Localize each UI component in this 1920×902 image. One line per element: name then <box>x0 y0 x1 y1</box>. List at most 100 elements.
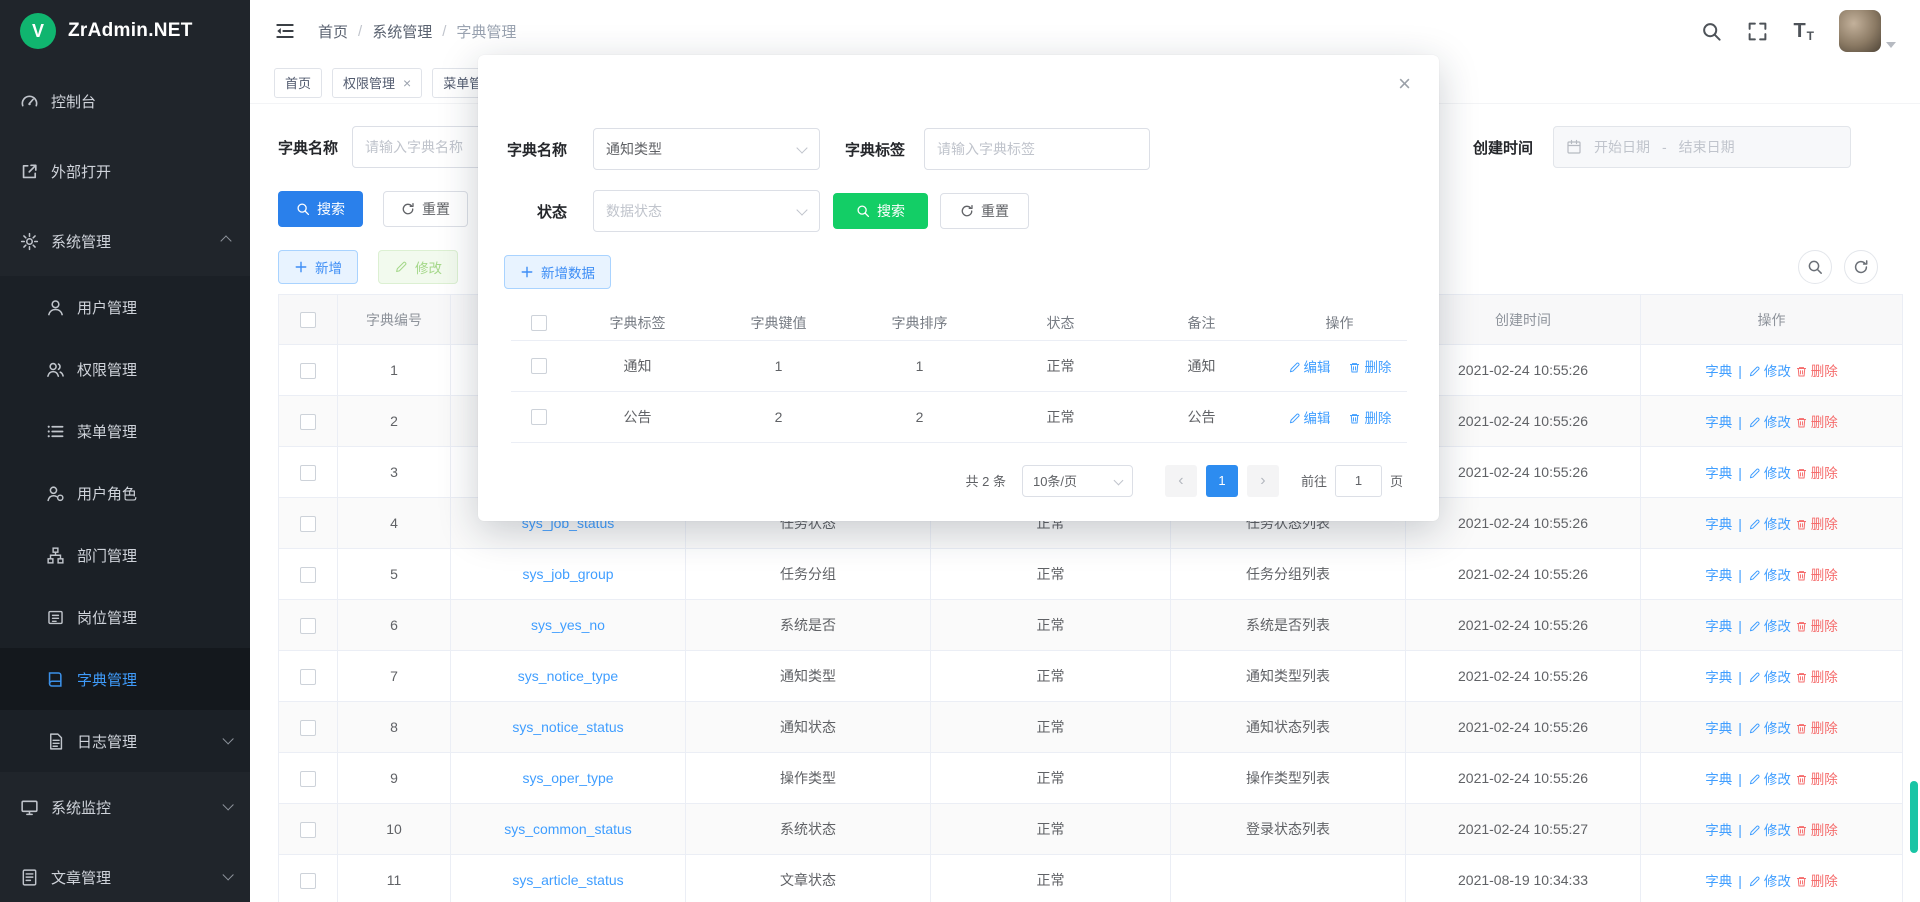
row-checkbox[interactable] <box>300 720 316 736</box>
dict-data-link[interactable]: 字典 <box>1705 568 1732 583</box>
tab-home[interactable]: 首页 <box>274 68 322 98</box>
dict-data-link[interactable]: 字典 <box>1705 619 1732 634</box>
row-checkbox[interactable] <box>531 409 547 425</box>
sidebar-item-dict-management[interactable]: 字典管理 <box>0 648 250 710</box>
row-delete-link[interactable]: 删除 <box>1795 670 1838 685</box>
row-edit-link[interactable]: 编辑 <box>1288 360 1331 375</box>
current-page[interactable]: 1 <box>1206 465 1238 497</box>
row-delete-link[interactable]: 删除 <box>1348 360 1391 375</box>
modal-reset-button[interactable]: 重置 <box>940 193 1029 229</box>
row-checkbox[interactable] <box>300 516 316 532</box>
dict-type-link[interactable]: sys_article_status <box>451 855 686 902</box>
row-delete-link[interactable]: 删除 <box>1795 772 1838 787</box>
dict-data-link[interactable]: 字典 <box>1705 466 1732 481</box>
row-edit-link[interactable]: 修改 <box>1748 364 1791 379</box>
modal-search-button[interactable]: 搜索 <box>833 193 928 229</box>
edit-button[interactable]: 修改 <box>378 250 458 284</box>
row-checkbox[interactable] <box>300 873 316 889</box>
dict-data-link[interactable]: 字典 <box>1705 721 1732 736</box>
row-delete-link[interactable]: 删除 <box>1795 721 1838 736</box>
row-delete-link[interactable]: 删除 <box>1795 517 1838 532</box>
sidebar-item-system-management[interactable]: 系统管理 <box>0 206 250 276</box>
scrollbar-thumb[interactable] <box>1910 781 1918 853</box>
dict-type-link[interactable]: sys_oper_type <box>451 753 686 804</box>
modal-dict-name-select[interactable]: 通知类型 <box>593 128 820 170</box>
fullscreen-icon[interactable] <box>1747 21 1768 42</box>
row-edit-link[interactable]: 修改 <box>1748 568 1791 583</box>
modal-status-select[interactable]: 数据状态 <box>593 190 820 232</box>
row-checkbox[interactable] <box>300 414 316 430</box>
dict-type-link[interactable]: sys_common_status <box>451 804 686 855</box>
prev-page-button[interactable]: ‹ <box>1165 465 1197 497</box>
row-delete-link[interactable]: 删除 <box>1348 411 1391 426</box>
dict-data-link[interactable]: 字典 <box>1705 517 1732 532</box>
breadcrumb-home[interactable]: 首页 <box>318 21 348 42</box>
dict-type-link[interactable]: sys_notice_type <box>451 651 686 702</box>
user-menu[interactable] <box>1839 10 1896 52</box>
select-all-checkbox[interactable] <box>531 315 547 331</box>
sidebar-item-log-management[interactable]: 日志管理 <box>0 710 250 772</box>
row-edit-link[interactable]: 修改 <box>1748 619 1791 634</box>
sidebar-item-user-role[interactable]: 用户角色 <box>0 462 250 524</box>
sidebar-item-department-management[interactable]: 部门管理 <box>0 524 250 586</box>
row-checkbox[interactable] <box>300 465 316 481</box>
sidebar-item-menu-management[interactable]: 菜单管理 <box>0 400 250 462</box>
dict-data-link[interactable]: 字典 <box>1705 364 1732 379</box>
select-all-checkbox[interactable] <box>300 312 316 328</box>
row-delete-link[interactable]: 删除 <box>1795 466 1838 481</box>
sidebar-item-user-management[interactable]: 用户管理 <box>0 276 250 338</box>
menu-fold-icon[interactable] <box>274 20 296 42</box>
row-edit-link[interactable]: 修改 <box>1748 721 1791 736</box>
modal-dict-label-input[interactable] <box>924 128 1150 170</box>
row-checkbox[interactable] <box>300 363 316 379</box>
add-data-button[interactable]: 新增数据 <box>504 255 611 289</box>
table-search-toggle[interactable] <box>1798 250 1832 284</box>
dict-data-link[interactable]: 字典 <box>1705 874 1732 889</box>
row-delete-link[interactable]: 删除 <box>1795 874 1838 889</box>
reset-button[interactable]: 重置 <box>383 191 468 227</box>
goto-page-input[interactable] <box>1335 465 1382 497</box>
sidebar-item-post-management[interactable]: 岗位管理 <box>0 586 250 648</box>
row-delete-link[interactable]: 删除 <box>1795 619 1838 634</box>
sidebar-item-external-open[interactable]: 外部打开 <box>0 136 250 206</box>
row-checkbox[interactable] <box>300 567 316 583</box>
row-checkbox[interactable] <box>531 358 547 374</box>
close-icon[interactable]: × <box>1398 73 1411 95</box>
avatar[interactable] <box>1839 10 1881 52</box>
dict-type-link[interactable]: sys_yes_no <box>451 600 686 651</box>
row-delete-link[interactable]: 删除 <box>1795 823 1838 838</box>
close-icon[interactable]: × <box>403 76 411 90</box>
row-edit-link[interactable]: 修改 <box>1748 874 1791 889</box>
breadcrumb-system-management[interactable]: 系统管理 <box>372 21 432 42</box>
tab-permission-management[interactable]: 权限管理 × <box>332 68 422 98</box>
dict-data-link[interactable]: 字典 <box>1705 823 1732 838</box>
row-checkbox[interactable] <box>300 618 316 634</box>
row-delete-link[interactable]: 删除 <box>1795 364 1838 379</box>
search-icon[interactable] <box>1701 21 1722 42</box>
row-checkbox[interactable] <box>300 771 316 787</box>
next-page-button[interactable]: › <box>1247 465 1279 497</box>
page-size-select[interactable]: 10条/页 <box>1022 465 1133 497</box>
add-button[interactable]: 新增 <box>278 250 358 284</box>
row-delete-link[interactable]: 删除 <box>1795 415 1838 430</box>
row-edit-link[interactable]: 修改 <box>1748 823 1791 838</box>
row-edit-link[interactable]: 修改 <box>1748 772 1791 787</box>
dict-type-link[interactable]: sys_job_group <box>451 549 686 600</box>
table-refresh-button[interactable] <box>1844 250 1878 284</box>
row-edit-link[interactable]: 修改 <box>1748 415 1791 430</box>
dict-data-link[interactable]: 字典 <box>1705 772 1732 787</box>
create-time-range-picker[interactable]: 开始日期 - 结束日期 <box>1553 126 1851 168</box>
row-edit-link[interactable]: 修改 <box>1748 466 1791 481</box>
dict-data-link[interactable]: 字典 <box>1705 670 1732 685</box>
font-size-icon[interactable]: TT <box>1793 20 1814 43</box>
dict-type-link[interactable]: sys_notice_status <box>451 702 686 753</box>
row-checkbox[interactable] <box>300 669 316 685</box>
sidebar-item-permission-management[interactable]: 权限管理 <box>0 338 250 400</box>
row-checkbox[interactable] <box>300 822 316 838</box>
sidebar-item-dashboard[interactable]: 控制台 <box>0 66 250 136</box>
row-edit-link[interactable]: 修改 <box>1748 517 1791 532</box>
search-button[interactable]: 搜索 <box>278 191 363 227</box>
row-edit-link[interactable]: 编辑 <box>1288 411 1331 426</box>
row-edit-link[interactable]: 修改 <box>1748 670 1791 685</box>
sidebar-item-system-monitor[interactable]: 系统监控 <box>0 772 250 842</box>
